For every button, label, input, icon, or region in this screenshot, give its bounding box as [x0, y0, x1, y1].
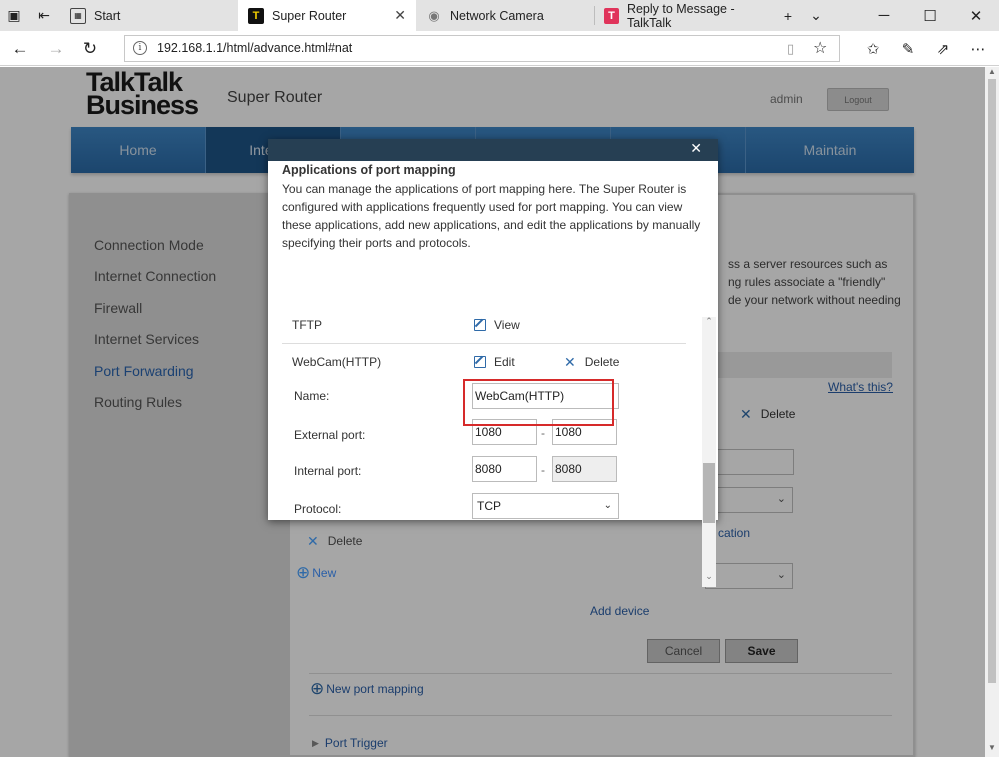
protocol-select[interactable]: TCP ⌄ [472, 493, 619, 519]
new-label: New [312, 566, 337, 580]
delete-label: Delete [584, 355, 620, 369]
window-close-icon[interactable]: ✕ [953, 0, 999, 31]
more-menu-icon[interactable]: ⋯ [961, 31, 995, 66]
tab-start[interactable]: ▦ Start [60, 0, 238, 31]
edit-pencil-icon [474, 356, 486, 368]
internal-port-end-input: 8080 [552, 456, 617, 482]
tab-label: Start [94, 8, 121, 23]
dialog-header: ✕ [268, 139, 718, 161]
tab-label: Network Camera [450, 8, 544, 23]
maximize-icon[interactable]: ☐ [907, 0, 953, 31]
dialog-scrollbar-thumb[interactable] [703, 463, 715, 523]
tab-manager-icon[interactable]: ▣ [0, 0, 28, 31]
name-label: Name: [294, 389, 330, 403]
range-dash: - [541, 426, 545, 440]
chevron-down-icon: ⌄ [603, 500, 612, 511]
divider [282, 343, 686, 344]
page-scrollbar[interactable]: ▲ ▼ [985, 67, 999, 757]
favorites-hub-icon[interactable]: ✩ [856, 31, 890, 66]
talktalk-favicon-icon: T [248, 7, 264, 24]
minimize-icon[interactable]: ─ [861, 0, 907, 31]
delete-x-icon: ✕ [564, 354, 576, 370]
range-dash: - [541, 463, 545, 477]
view-label: View [494, 318, 520, 332]
refresh-icon[interactable]: ↻ [72, 31, 108, 66]
protocol-value: TCP [477, 499, 501, 513]
scroll-down-arrow-icon[interactable]: ▼ [985, 743, 999, 752]
browser-tab-bar: ▣ ⇤ ▦ Start T Super Router ✕ ◉ Network C… [0, 0, 999, 31]
dialog-title: Applications of port mapping [282, 163, 456, 177]
close-tab-icon[interactable]: ✕ [394, 7, 406, 24]
new-application-button[interactable]: ⊕ New [296, 563, 337, 582]
browser-address-bar: ← → ↻ i 192.168.1.1/html/advance.html#na… [0, 31, 999, 66]
talktalk-red-favicon-icon: T [604, 7, 619, 24]
tab-reply-message[interactable]: T Reply to Message - TalkTalk [594, 0, 772, 31]
dialog-scrollbar[interactable]: ⌃ ⌄ [702, 316, 716, 587]
set-aside-tabs-icon[interactable]: ⇤ [30, 0, 58, 31]
delete-application-button[interactable]: ✕ Delete [307, 534, 362, 548]
app-name-webcam: WebCam(HTTP) [292, 355, 382, 369]
scrollbar-thumb[interactable] [988, 79, 996, 683]
plus-icon: ⊕ [296, 563, 311, 582]
forward-arrow-icon[interactable]: → [38, 31, 74, 66]
edit-label: Edit [494, 355, 515, 369]
tab-label: Reply to Message - TalkTalk [626, 1, 735, 30]
view-tftp-button[interactable]: View [474, 318, 520, 332]
tab-preview-chevron-icon[interactable]: ⌄ [802, 0, 830, 31]
camera-favicon-icon: ◉ [428, 7, 440, 23]
share-icon[interactable]: ⇗ [926, 31, 960, 66]
web-note-pen-icon[interactable]: ✎ [891, 31, 925, 66]
tab-network-camera[interactable]: ◉ Network Camera [416, 0, 594, 31]
start-page-icon: ▦ [70, 7, 86, 24]
scroll-up-arrow-icon[interactable]: ▲ [985, 67, 999, 76]
dialog-close-icon[interactable]: ✕ [690, 140, 702, 157]
scroll-up-arrow-icon[interactable]: ⌃ [702, 316, 716, 327]
protocol-label: Protocol: [294, 502, 342, 516]
dialog-description: You can manage the applications of port … [282, 182, 701, 250]
tab-label: Super Router [272, 8, 347, 23]
delete-webcam-button[interactable]: ✕ Delete [564, 355, 619, 369]
external-port-label: External port: [294, 428, 366, 442]
scroll-down-arrow-icon[interactable]: ⌄ [702, 571, 716, 582]
tab-super-router[interactable]: T Super Router ✕ [238, 0, 416, 31]
internal-port-start-input[interactable]: 8080 [472, 456, 537, 482]
internal-port-highlight-box [463, 379, 614, 426]
edit-pencil-icon [474, 319, 486, 331]
reading-view-icon[interactable]: ▯ [787, 41, 794, 57]
back-arrow-icon[interactable]: ← [2, 31, 38, 66]
url-field[interactable]: i 192.168.1.1/html/advance.html#nat ▯ ☆ [124, 35, 840, 62]
url-text[interactable]: 192.168.1.1/html/advance.html#nat [157, 41, 352, 55]
edit-webcam-button[interactable]: Edit [474, 355, 515, 369]
delete-x-icon: ✕ [307, 533, 319, 549]
site-info-icon[interactable]: i [133, 41, 147, 55]
delete-label: Delete [327, 534, 363, 548]
internal-port-label: Internal port: [294, 464, 362, 478]
new-tab-icon[interactable]: + [774, 0, 802, 31]
app-name-tftp: TFTP [292, 318, 322, 332]
favorite-star-icon[interactable]: ☆ [813, 38, 827, 58]
